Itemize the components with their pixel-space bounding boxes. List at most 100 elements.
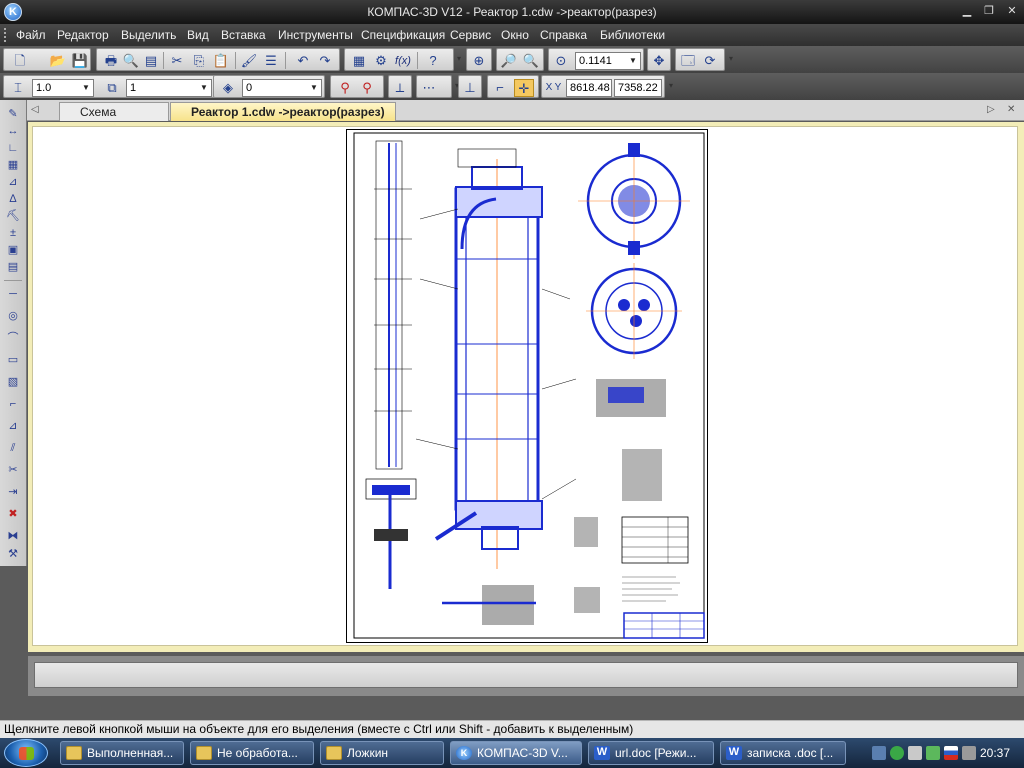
menu-help[interactable]: Справка (540, 28, 587, 42)
layer-state-icon[interactable]: ◈ (218, 79, 238, 97)
tab-scheme[interactable]: Схема испр.frw (59, 102, 169, 137)
task-button[interactable]: W записка .doc [... (720, 741, 846, 765)
manager-icon[interactable]: ▦ (349, 52, 369, 70)
menu-select[interactable]: Выделить (121, 28, 176, 42)
properties-panel-body[interactable] (34, 662, 1018, 688)
coord-y-field[interactable]: 7358.22 (614, 79, 662, 97)
snap-local-icon[interactable]: ⚲ (357, 79, 377, 97)
tab-scroll-right-icon[interactable]: ▷ (987, 104, 995, 115)
extend-icon[interactable]: ⇥ (4, 484, 22, 500)
zoom-scale-select[interactable]: 0.1141 ▼ (575, 52, 641, 70)
volume-icon[interactable] (908, 746, 922, 760)
antivirus-icon[interactable] (890, 746, 904, 760)
print-preview-icon[interactable]: 🔍 (121, 52, 141, 70)
close-button[interactable]: ✕ (1003, 4, 1021, 19)
tab-close-icon[interactable]: ✕ (1007, 104, 1015, 115)
menu-view[interactable]: Вид (187, 28, 209, 42)
toolbar-more-icon[interactable]: ▾ (726, 49, 736, 69)
undo-icon[interactable]: ↶ (293, 52, 313, 70)
fx-button[interactable]: f(x) (393, 52, 413, 70)
attributes-icon[interactable]: ± (4, 225, 22, 241)
layer-state-select[interactable]: 0 ▼ (242, 79, 322, 97)
geometry-icon[interactable]: ✎ (4, 106, 22, 122)
reactor-drawing[interactable] (346, 129, 708, 643)
chamfer-icon[interactable]: ⊿ (4, 418, 22, 434)
chevron-down-icon[interactable]: ▼ (626, 53, 640, 69)
zoom-all-icon[interactable]: ⊕ (469, 52, 489, 70)
task-button[interactable]: Ложкин (320, 741, 444, 765)
menu-file[interactable]: Файл (16, 28, 46, 42)
selection-icon[interactable]: ⛏ (4, 208, 22, 224)
show-desktop-icon[interactable] (872, 746, 886, 760)
menu-specification[interactable]: Спецификация (361, 28, 445, 42)
designations-icon[interactable]: ∟ (4, 140, 22, 156)
rectangle-icon[interactable]: ▭ (4, 352, 22, 368)
restore-button[interactable]: ❐ (980, 4, 998, 19)
local-coordinates-icon[interactable]: ⊥ (460, 79, 480, 97)
pan-icon[interactable]: ✥ (649, 52, 669, 70)
zoom-scale-icon[interactable]: ⊙ (551, 52, 571, 70)
cursor-snap-icon[interactable]: ✛ (514, 79, 534, 97)
line-icon[interactable]: ─ (4, 286, 22, 302)
save-icon[interactable]: 💾 (70, 52, 90, 70)
ortho-icon[interactable]: ⟂ (390, 79, 410, 97)
open-folder-icon[interactable]: 📂 (48, 52, 68, 70)
object-list-icon[interactable]: ☰ (261, 52, 281, 70)
toolbar-more-icon[interactable]: ▾ (454, 49, 464, 69)
cut-icon[interactable]: ✂ (167, 52, 187, 70)
symmetry-icon[interactable]: ⧓ (4, 528, 22, 544)
tab-reactor[interactable]: Реактор 1.cdw ->реактор(разрез) (170, 102, 396, 121)
toolbar-more-icon[interactable]: ▾ (666, 76, 676, 96)
print-icon[interactable]: 🖶 (101, 52, 121, 70)
menu-insert[interactable]: Вставка (221, 28, 266, 42)
circle-icon[interactable]: ◎ (4, 308, 22, 324)
menu-window[interactable]: Окно (501, 28, 529, 42)
minimize-button[interactable]: ▁ (958, 4, 976, 19)
fillet-icon[interactable]: ⌐ (4, 396, 22, 412)
tab-scroll-left-icon[interactable]: ◁ (31, 104, 39, 115)
macro-icon[interactable]: ⚒ (4, 546, 22, 562)
context-help-icon[interactable]: ? (423, 52, 443, 70)
hatch-icon[interactable]: ▧ (4, 374, 22, 390)
reports-icon[interactable]: ▤ (4, 259, 22, 275)
menu-service[interactable]: Сервис (450, 28, 491, 42)
menu-tools[interactable]: Инструменты (278, 28, 353, 42)
rounding-icon[interactable]: ⌐ (490, 79, 510, 97)
layer-icon[interactable]: ⧉ (102, 79, 122, 97)
show-all-icon[interactable]: 🗔 (678, 52, 698, 70)
start-button[interactable] (4, 739, 48, 767)
task-button[interactable]: Не обработа... (190, 741, 314, 765)
zoom-previous-icon[interactable]: 🔍 (521, 52, 541, 70)
redo-icon[interactable]: ↷ (315, 52, 335, 70)
chevron-down-icon[interactable]: ▼ (307, 80, 321, 96)
task-button[interactable]: W url.doc [Режи... (588, 741, 714, 765)
grid-icon[interactable]: ⋯ (419, 79, 439, 97)
network-icon[interactable] (926, 746, 940, 760)
variables-icon[interactable]: ⚙ (371, 52, 391, 70)
new-document-icon[interactable]: 🗋 (10, 52, 30, 70)
coord-x-field[interactable]: 8618.48 (566, 79, 612, 97)
layer-select[interactable]: 1 ▼ (126, 79, 212, 97)
editing-icon[interactable]: ▦ (4, 157, 22, 173)
dimensions-icon[interactable]: ↔ (4, 123, 22, 139)
format-painter-icon[interactable]: 🖌 (239, 52, 259, 70)
chevron-down-icon[interactable]: ▼ (79, 80, 93, 96)
delete-icon[interactable]: ✖ (4, 506, 22, 522)
wifi-icon[interactable] (962, 746, 976, 760)
offset-icon[interactable]: ⫽ (4, 440, 22, 456)
menu-editor[interactable]: Редактор (57, 28, 109, 42)
copy-icon[interactable]: ⎘ (189, 52, 209, 70)
line-style-icon[interactable]: ⌶ (8, 79, 28, 97)
parametrization-icon[interactable]: ⊿ (4, 174, 22, 190)
task-button[interactable]: Выполненная... (60, 741, 184, 765)
menu-libraries[interactable]: Библиотеки (600, 28, 665, 42)
measure-icon[interactable]: ∆ (4, 191, 22, 207)
arc-icon[interactable]: ⌒ (4, 330, 22, 346)
refresh-icon[interactable]: ⟳ (700, 52, 720, 70)
snap-magnet-icon[interactable]: ⚲ (335, 79, 355, 97)
spec-icon[interactable]: ▣ (4, 242, 22, 258)
trim-icon[interactable]: ✂ (4, 462, 22, 478)
zoom-window-icon[interactable]: 🔎 (499, 52, 519, 70)
language-flag-icon[interactable] (944, 746, 958, 760)
line-style-select[interactable]: 1.0 ▼ (32, 79, 94, 97)
